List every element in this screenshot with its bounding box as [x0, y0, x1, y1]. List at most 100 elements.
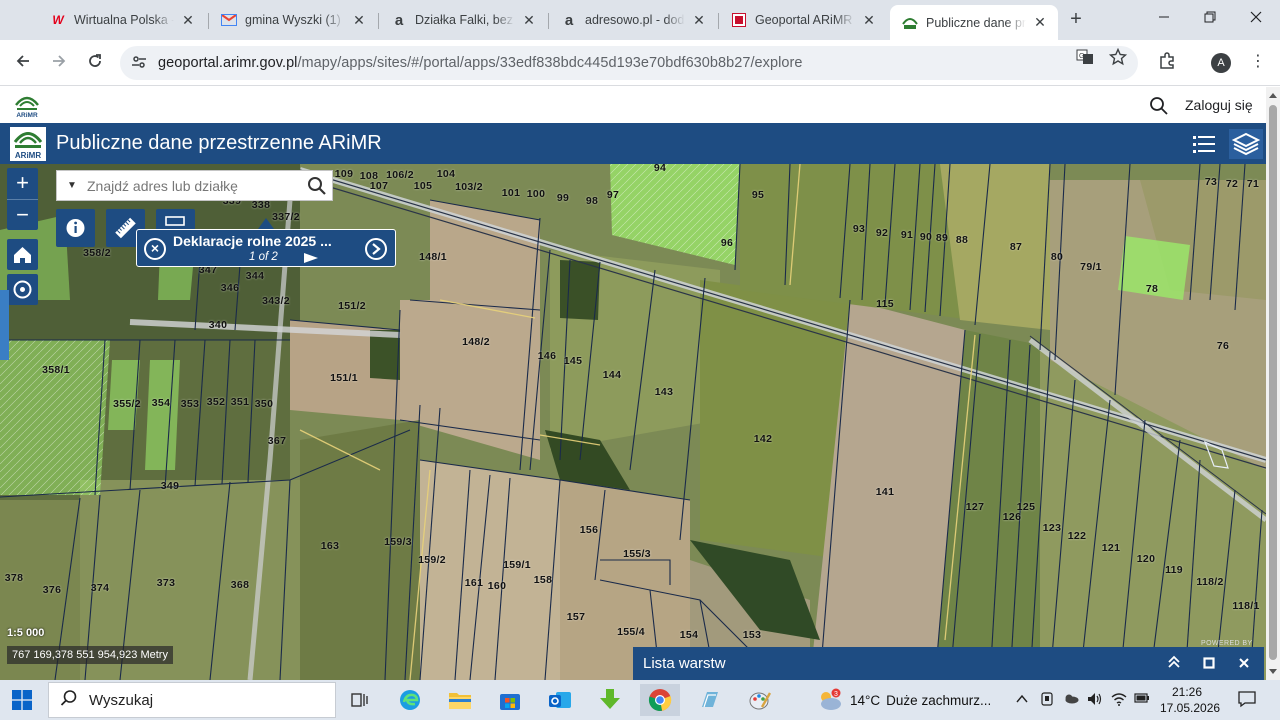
weather-description: Duże zachmurz... — [886, 692, 992, 708]
tab-geoportal[interactable]: Geoportal ARiMR ✕ — [719, 5, 887, 35]
geoportal-icon — [731, 12, 747, 28]
back-button[interactable] — [10, 50, 36, 76]
parcel-label: 145 — [563, 355, 583, 367]
system-clock[interactable]: 21:26 17.05.2026 — [1160, 684, 1220, 716]
parcel-label: 155/3 — [623, 548, 651, 560]
coordinate-readout: 767 169,378 551 954,923 Metry — [7, 646, 173, 664]
tray-meet-icon[interactable] — [1039, 692, 1055, 708]
taskbar-chrome[interactable] — [640, 684, 680, 716]
parcel-label: 120 — [1136, 553, 1156, 565]
address-bar[interactable]: geoportal.arimr.gov.pl/mapy/apps/sites/#… — [120, 46, 1138, 80]
new-tab-button[interactable]: + — [1064, 8, 1088, 32]
taskbar-app-glass[interactable] — [690, 684, 730, 716]
legend-list-icon[interactable] — [1189, 129, 1219, 159]
login-link[interactable]: Zaloguj się — [1185, 97, 1253, 113]
restore-window-button[interactable] — [1187, 0, 1233, 40]
address-search-input[interactable] — [87, 177, 302, 194]
tab-wirtualna-polska[interactable]: W Wirtualna Polska - Wszystko co ważne ✕ — [38, 5, 206, 35]
folder-icon — [449, 693, 471, 709]
page-scrollbar[interactable] — [1266, 87, 1280, 680]
tray-battery-icon[interactable] — [1134, 692, 1150, 708]
taskbar-paint[interactable] — [740, 684, 780, 716]
close-window-button[interactable] — [1233, 0, 1279, 40]
tab-publiczne-dane-active[interactable]: Publiczne dane prz ✕ — [890, 5, 1058, 40]
tray-chevron-up-icon[interactable] — [1014, 692, 1030, 708]
profile-avatar[interactable]: A — [1211, 53, 1231, 73]
app-title: Publiczne dane przestrzenne ARiMR — [56, 132, 382, 154]
maximize-icon[interactable] — [1200, 655, 1218, 673]
play-icon[interactable] — [304, 253, 318, 263]
arimr-logo[interactable]: ARiMR — [13, 94, 41, 118]
search-icon[interactable] — [1149, 96, 1169, 116]
close-icon[interactable]: ✕ — [180, 12, 196, 29]
portal-top-strip — [0, 87, 1266, 123]
translate-icon[interactable]: G — [1075, 48, 1095, 68]
parcel-label: 126 — [1002, 511, 1022, 523]
close-icon[interactable]: ✕ — [1032, 14, 1048, 31]
parcel-label: 378 — [4, 572, 24, 584]
parcel-label: 71 — [1246, 178, 1260, 190]
tab-title: Wirtualna Polska - Wszystko co ważne — [74, 13, 174, 27]
tab-dzialka-falki[interactable]: a Działka Falki, bez p ✕ — [379, 5, 547, 35]
search-icon[interactable] — [302, 171, 332, 201]
parcel-label: 151/1 — [330, 372, 358, 384]
parcel-label: 159/1 — [503, 559, 531, 571]
scroll-up-arrow-icon[interactable] — [1269, 93, 1277, 98]
taskbar-downloader[interactable] — [590, 684, 630, 716]
task-view-button[interactable] — [340, 684, 380, 716]
tab-title: Działka Falki, bez p — [415, 13, 515, 27]
tray-wifi-icon[interactable] — [1111, 692, 1127, 708]
locate-button[interactable] — [7, 274, 38, 305]
browser-menu-icon[interactable]: ⋮ — [1250, 52, 1266, 74]
zoom-in-button[interactable]: + — [7, 168, 38, 199]
close-icon[interactable]: ✕ — [351, 12, 367, 29]
side-panel-handle[interactable] — [0, 290, 9, 360]
parcel-label: 368 — [230, 579, 250, 591]
taskbar-search[interactable]: Wyszukaj — [48, 682, 336, 718]
taskbar-store[interactable] — [490, 684, 530, 716]
parcel-label: 158 — [533, 574, 553, 586]
close-icon[interactable] — [1235, 655, 1253, 673]
close-icon[interactable]: ✕ — [691, 12, 707, 29]
close-icon[interactable]: ✕ — [861, 12, 877, 29]
taskbar-file-explorer[interactable] — [440, 684, 480, 716]
parcel-label: 146 — [537, 350, 557, 362]
chevron-right-icon — [372, 243, 381, 255]
tab-adresowo[interactable]: a adresowo.pl - dod ✕ — [549, 5, 717, 35]
close-icon[interactable]: ✕ — [521, 12, 537, 29]
scroll-down-arrow-icon[interactable] — [1269, 669, 1277, 674]
reload-button[interactable] — [82, 50, 108, 76]
parcel-label: 109 — [334, 168, 354, 180]
tray-onedrive-icon[interactable] — [1063, 692, 1079, 708]
taskbar-outlook[interactable] — [540, 684, 580, 716]
search-source-dropdown[interactable]: ▼ — [57, 180, 87, 191]
scrollbar-thumb[interactable] — [1269, 105, 1277, 660]
parcel-label: 94 — [653, 164, 667, 174]
parcel-label: 88 — [955, 234, 969, 246]
windows-taskbar: Wyszukaj 3 14°C Duże zachmurz... 21:26 1… — [0, 680, 1280, 720]
expand-icon[interactable] — [1165, 655, 1183, 673]
popup-next-button[interactable] — [365, 238, 387, 260]
popup-close-button[interactable]: × — [144, 238, 166, 260]
extensions-puzzle-icon[interactable] — [1157, 52, 1177, 72]
home-button[interactable] — [7, 239, 38, 270]
tab-gmail[interactable]: gmina Wyszki (1) n ✕ — [209, 5, 377, 35]
parcel-label: 90 — [919, 231, 933, 243]
tab-title: Publiczne dane prz — [926, 15, 1026, 30]
forward-button[interactable] — [46, 50, 72, 76]
bookmark-star-icon[interactable] — [1108, 47, 1128, 68]
browser-toolbar: geoportal.arimr.gov.pl/mapy/apps/sites/#… — [0, 40, 1280, 86]
windows-start-icon[interactable] — [12, 690, 32, 710]
download-arrow-icon — [600, 689, 620, 709]
layers-icon[interactable] — [1229, 129, 1263, 159]
identify-button[interactable] — [56, 209, 95, 247]
tray-volume-icon[interactable] — [1087, 692, 1103, 708]
zoom-out-button[interactable]: − — [7, 199, 38, 230]
adresowo-icon: a — [564, 11, 574, 29]
taskbar-edge[interactable] — [390, 684, 430, 716]
minimize-window-button[interactable] — [1141, 0, 1187, 40]
notification-icon[interactable] — [1237, 690, 1257, 708]
weather-widget[interactable]: 3 14°C Duże zachmurz... — [816, 688, 991, 712]
layer-list-panel[interactable]: Lista warstw — [633, 647, 1264, 680]
site-info-icon[interactable] — [120, 54, 158, 73]
